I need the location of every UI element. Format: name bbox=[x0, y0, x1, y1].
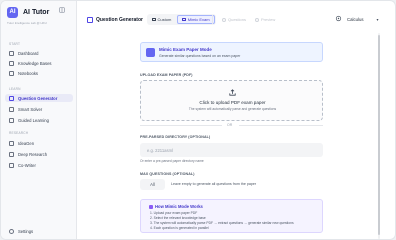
sidebar-item-label: Settings bbox=[18, 228, 34, 234]
parsed-dir-label: Pre-parsed Directory (Optional) bbox=[140, 135, 211, 139]
howto-title: How Mimic Mode Works bbox=[149, 204, 203, 209]
banner-subtitle: Generate similar questions based on an e… bbox=[159, 54, 241, 58]
brand: AI AI Tutor bbox=[7, 6, 49, 18]
step-icon bbox=[255, 17, 259, 22]
sidebar-item-dashboard[interactable]: Dashboard bbox=[5, 49, 73, 57]
custom-icon bbox=[152, 17, 156, 22]
howto-step: 4. Each question is generated in paralle… bbox=[150, 226, 209, 230]
sidebar-item-label: Deep Research bbox=[18, 151, 48, 157]
howto-step: 1. Upload your exam paper PDF bbox=[150, 211, 198, 215]
step-questions: Questions bbox=[222, 15, 246, 24]
mode-banner: Mimic Exam Paper Mode Generate similar q… bbox=[140, 42, 323, 62]
sidebar-item-label: Knowledge Bases bbox=[18, 60, 52, 66]
max-questions-input[interactable] bbox=[140, 179, 165, 190]
pdf-dropzone[interactable]: Click to upload PDF exam paper The syste… bbox=[140, 80, 323, 121]
sidebar-item-notebooks[interactable]: Notebooks bbox=[5, 69, 73, 77]
sidebar-item-knowledge-bases[interactable]: Knowledge Bases bbox=[5, 59, 73, 67]
app-name: AI Tutor bbox=[23, 8, 50, 16]
mode-tabs: Custom Mimic Exam bbox=[147, 14, 216, 25]
sidebar-item-smart-solver[interactable]: Smart Solver bbox=[5, 105, 73, 113]
divider bbox=[212, 15, 213, 24]
step-icon bbox=[222, 17, 226, 22]
question-icon bbox=[9, 95, 14, 101]
solver-icon bbox=[9, 106, 14, 112]
dropzone-subtitle: The system will automatically parse and … bbox=[188, 107, 277, 111]
sidebar: AI AI Tutor Tutor Intelligence Lab @ HKU… bbox=[1, 1, 77, 239]
pen-icon bbox=[9, 162, 14, 168]
header: Question Generator Custom Mimic Exam Que… bbox=[77, 11, 395, 31]
step-label: Preview bbox=[261, 17, 276, 22]
sidebar-item-label: Notebooks bbox=[18, 70, 39, 76]
howto-title-text: How Mimic Mode Works bbox=[155, 204, 203, 209]
banner-title: Mimic Exam Paper Mode bbox=[159, 47, 212, 52]
section-label-learn: Learn bbox=[9, 87, 21, 91]
sidebar-item-label: Question Generator bbox=[18, 95, 58, 101]
divider-line bbox=[239, 125, 323, 126]
document-icon bbox=[146, 48, 155, 57]
sparkle-icon bbox=[149, 204, 153, 209]
microscope-icon bbox=[9, 151, 14, 157]
step-label: Questions bbox=[228, 17, 247, 22]
sidebar-item-guided-learning[interactable]: Guided Learning bbox=[5, 116, 73, 124]
sidebar-item-label: Dashboard bbox=[18, 50, 39, 56]
graduation-icon bbox=[9, 117, 14, 123]
howto-step: 3. The system will automatically parse P… bbox=[150, 221, 294, 225]
tab-custom[interactable]: Custom bbox=[148, 15, 175, 24]
database-icon bbox=[9, 60, 14, 66]
tab-label: Custom bbox=[157, 17, 172, 22]
sidebar-item-label: Guided Learning bbox=[18, 117, 49, 123]
pin-icon[interactable] bbox=[58, 6, 66, 14]
sidebar-item-label: IdeaGen bbox=[18, 140, 35, 146]
step-preview: Preview bbox=[255, 15, 275, 24]
sidebar-item-settings[interactable]: Settings bbox=[5, 227, 73, 235]
divider-line bbox=[140, 125, 222, 126]
gear-icon bbox=[9, 228, 14, 234]
app-subtitle: Tutor Intelligence Lab @ HKU bbox=[7, 21, 47, 25]
tab-mimic-exam[interactable]: Mimic Exam bbox=[177, 15, 215, 24]
app-window: AI AI Tutor Tutor Intelligence Lab @ HKU… bbox=[0, 0, 396, 240]
knowledge-base-select[interactable]: Calculus ▾ bbox=[347, 15, 379, 23]
scrollbar[interactable] bbox=[378, 33, 380, 239]
max-questions-label: Max Questions (Optional) bbox=[140, 172, 195, 176]
sidebar-item-question-generator[interactable]: Question Generator bbox=[5, 94, 73, 102]
question-generator-icon bbox=[87, 17, 93, 23]
sidebar-item-co-writer[interactable]: Co-Writer bbox=[5, 161, 73, 169]
upload-icon bbox=[229, 89, 236, 96]
section-label-start: Start bbox=[9, 42, 21, 46]
dashboard-icon bbox=[9, 50, 14, 56]
document-icon bbox=[182, 17, 186, 22]
how-it-works-panel: How Mimic Mode Works 1. Upload your exam… bbox=[140, 199, 323, 233]
logo: AI bbox=[7, 6, 18, 18]
max-questions-helper: Leave empty to generate all questions fr… bbox=[171, 182, 257, 186]
parsed-dir-helper: Or enter a pre-parsed paper directory na… bbox=[140, 159, 204, 163]
page-title: Question Generator bbox=[96, 17, 143, 23]
or-text: OR bbox=[227, 123, 233, 127]
howto-step: 2. Select the relevant knowledge base bbox=[150, 216, 206, 220]
upload-label: Upload Exam Paper (PDF) bbox=[140, 73, 193, 77]
notebook-icon bbox=[9, 70, 14, 76]
gear-icon[interactable] bbox=[335, 15, 342, 22]
main-content: Mimic Exam Paper Mode Generate similar q… bbox=[77, 33, 395, 239]
knowledge-base-value: Calculus bbox=[347, 16, 364, 22]
scrollbar-thumb[interactable] bbox=[378, 35, 380, 235]
dropzone-title: Click to upload PDF exam paper bbox=[199, 100, 266, 105]
sidebar-item-label: Smart Solver bbox=[18, 106, 43, 112]
section-label-research: Research bbox=[9, 131, 29, 135]
or-divider: OR bbox=[140, 123, 323, 127]
sidebar-item-label: Co-Writer bbox=[18, 162, 36, 168]
lightbulb-icon bbox=[9, 140, 14, 146]
sidebar-item-ideagen[interactable]: IdeaGen bbox=[5, 139, 73, 147]
tab-label: Mimic Exam bbox=[187, 17, 210, 22]
parsed-dir-input[interactable] bbox=[140, 143, 323, 157]
chevron-down-icon: ▾ bbox=[376, 16, 379, 22]
sidebar-item-deep-research[interactable]: Deep Research bbox=[5, 150, 73, 158]
